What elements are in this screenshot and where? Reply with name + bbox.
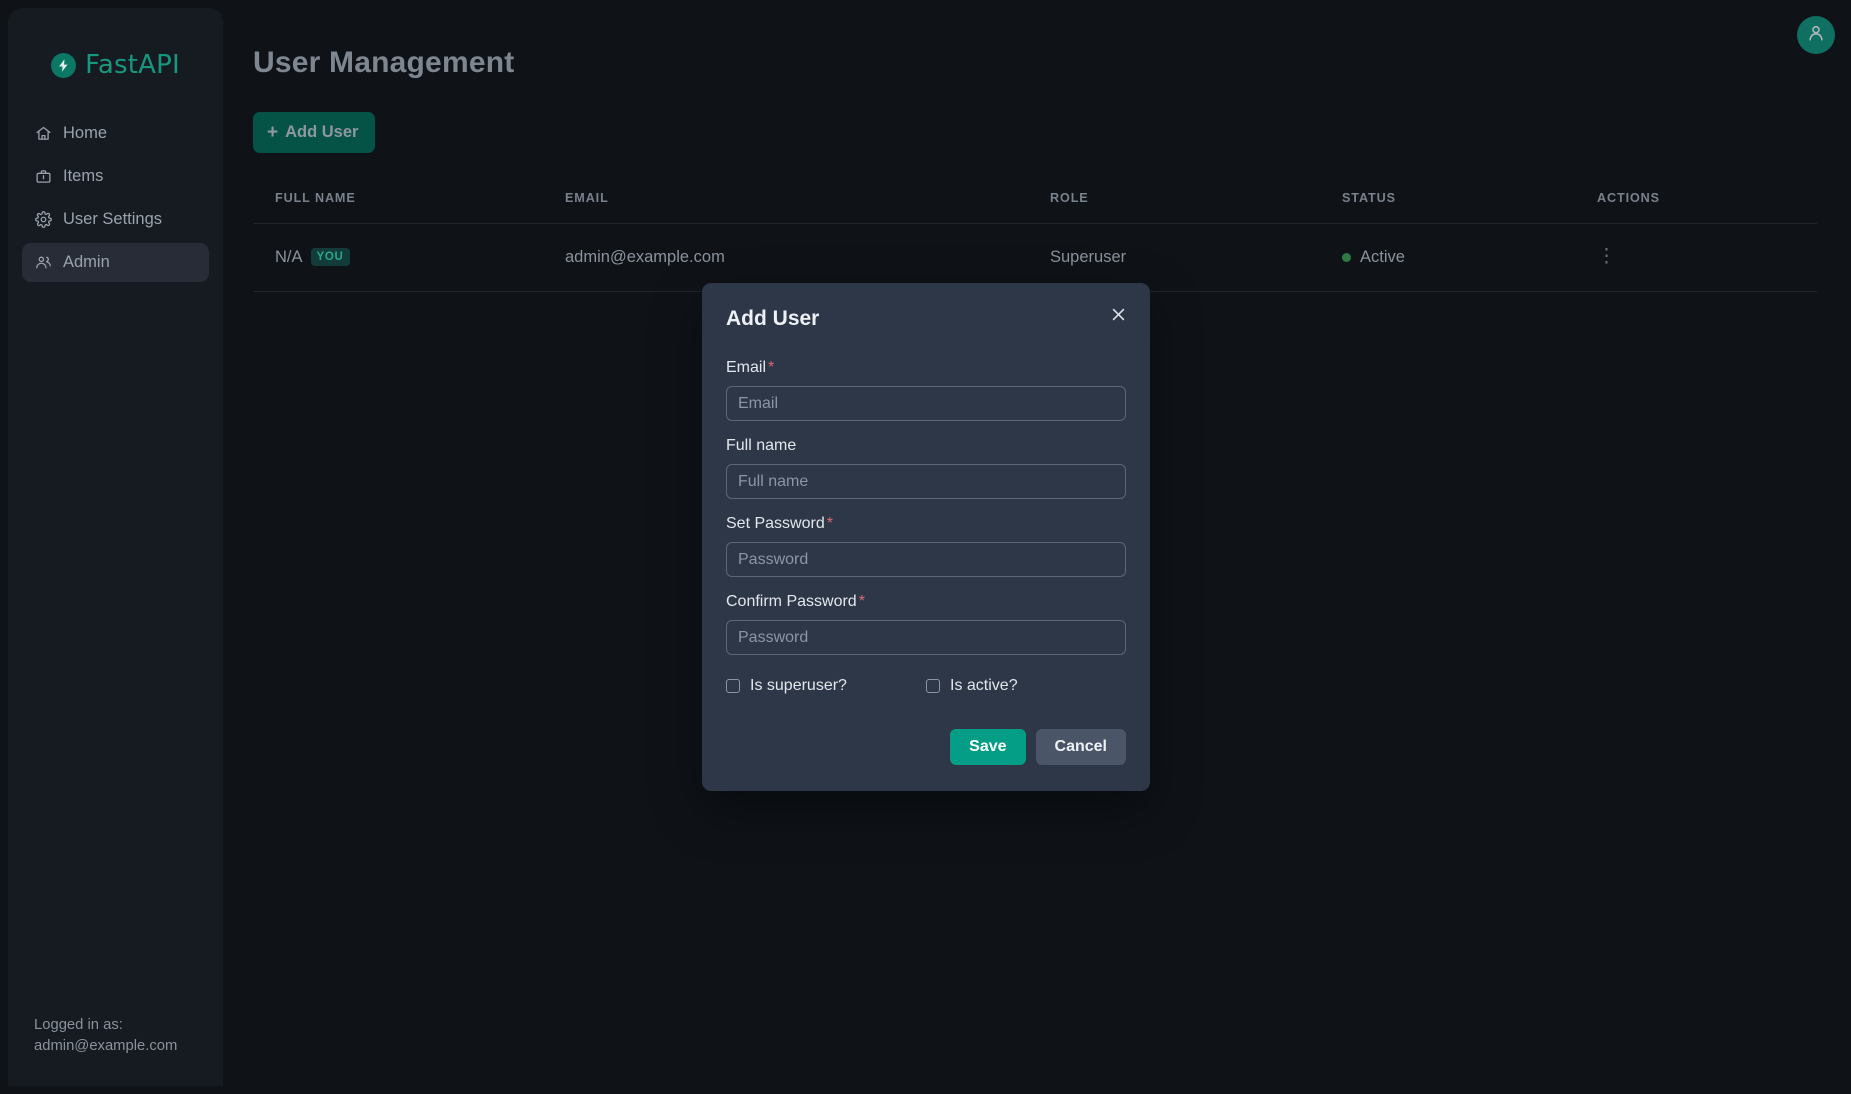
- sidebar-item-label: Admin: [63, 253, 110, 272]
- label-text: Full name: [726, 437, 796, 454]
- table-row: N/A YOU admin@example.com Superuser Activ…: [253, 224, 1817, 292]
- brand-name: FastAPI: [85, 50, 180, 80]
- cancel-button[interactable]: Cancel: [1036, 729, 1126, 765]
- cell-actions: ⋮: [1575, 224, 1817, 292]
- sidebar-item-label: Items: [63, 167, 103, 186]
- app-root: FastAPI Home Items: [0, 0, 1851, 1094]
- sidebar-item-admin[interactable]: Admin: [22, 243, 209, 282]
- status-badge: Active: [1342, 248, 1405, 267]
- checkbox-box-icon[interactable]: [726, 679, 740, 693]
- field-full-name: Full name: [726, 437, 1126, 499]
- table-head: FULL NAME EMAIL ROLE STATUS ACTIONS: [253, 187, 1817, 224]
- add-user-label: Add User: [285, 123, 358, 142]
- sidebar-item-label: User Settings: [63, 210, 162, 229]
- checkbox-is-superuser[interactable]: Is superuser?: [726, 677, 926, 695]
- users-icon: [34, 254, 52, 272]
- sidebar-nav: Home Items User Settings: [8, 114, 223, 282]
- page-title: User Management: [253, 46, 1817, 80]
- field-label-full-name: Full name: [726, 437, 1126, 455]
- label-text: Set Password: [726, 515, 825, 532]
- save-button[interactable]: Save: [950, 729, 1025, 765]
- field-set-password: Set Password*: [726, 515, 1126, 577]
- checkbox-row: Is superuser? Is active?: [726, 677, 1126, 695]
- table-header-row: FULL NAME EMAIL ROLE STATUS ACTIONS: [253, 187, 1817, 224]
- full-name-input[interactable]: [726, 464, 1126, 499]
- sidebar: FastAPI Home Items: [8, 8, 223, 1086]
- required-marker: *: [859, 593, 865, 610]
- plus-icon: +: [267, 123, 278, 142]
- label-text: Confirm Password: [726, 593, 857, 610]
- checkbox-label: Is superuser?: [750, 677, 847, 695]
- gear-icon: [34, 211, 52, 229]
- logged-in-email: admin@example.com: [34, 1037, 223, 1056]
- brand-logo: FastAPI: [8, 50, 223, 80]
- status-dot-icon: [1342, 253, 1351, 262]
- fastapi-bolt-logo-icon: [51, 53, 76, 78]
- sidebar-footer: Logged in as: admin@example.com: [8, 1016, 223, 1086]
- you-badge: YOU: [311, 248, 350, 266]
- home-icon: [34, 125, 52, 143]
- close-icon[interactable]: [1106, 302, 1130, 326]
- field-label-confirm-password: Confirm Password*: [726, 593, 1126, 611]
- confirm-password-input[interactable]: [726, 620, 1126, 655]
- table-body: N/A YOU admin@example.com Superuser Activ…: [253, 224, 1817, 292]
- full-name-value: N/A: [275, 248, 303, 266]
- column-header-email: EMAIL: [543, 187, 1028, 224]
- field-label-email: Email*: [726, 359, 1126, 377]
- vertical-dots-icon[interactable]: ⋮: [1597, 250, 1613, 263]
- password-input[interactable]: [726, 542, 1126, 577]
- status-label: Active: [1360, 248, 1405, 267]
- cell-status: Active: [1320, 224, 1575, 292]
- modal-actions: Save Cancel: [726, 729, 1126, 765]
- add-user-button[interactable]: + Add User: [253, 112, 375, 153]
- column-header-actions: ACTIONS: [1575, 187, 1817, 224]
- column-header-full-name: FULL NAME: [253, 187, 543, 224]
- cell-email: admin@example.com: [543, 224, 1028, 292]
- briefcase-icon: [34, 168, 52, 186]
- field-confirm-password: Confirm Password*: [726, 593, 1126, 655]
- required-marker: *: [768, 359, 774, 376]
- sidebar-item-home[interactable]: Home: [22, 114, 209, 153]
- cell-role: Superuser: [1028, 224, 1320, 292]
- sidebar-item-label: Home: [63, 124, 107, 143]
- cell-full-name: N/A YOU: [253, 224, 543, 292]
- label-text: Email: [726, 359, 766, 376]
- checkbox-is-active[interactable]: Is active?: [926, 677, 1018, 695]
- sidebar-item-items[interactable]: Items: [22, 157, 209, 196]
- email-input[interactable]: [726, 386, 1126, 421]
- user-table: FULL NAME EMAIL ROLE STATUS ACTIONS N/A Y…: [253, 187, 1817, 292]
- checkbox-label: Is active?: [950, 677, 1018, 695]
- sidebar-item-user-settings[interactable]: User Settings: [22, 200, 209, 239]
- add-user-modal: Add User Email* Full name Set Password*: [702, 283, 1150, 791]
- modal-title: Add User: [726, 307, 1126, 331]
- column-header-status: STATUS: [1320, 187, 1575, 224]
- checkbox-box-icon[interactable]: [926, 679, 940, 693]
- required-marker: *: [827, 515, 833, 532]
- field-label-set-password: Set Password*: [726, 515, 1126, 533]
- logged-in-label: Logged in as:: [34, 1016, 223, 1035]
- column-header-role: ROLE: [1028, 187, 1320, 224]
- field-email: Email*: [726, 359, 1126, 421]
